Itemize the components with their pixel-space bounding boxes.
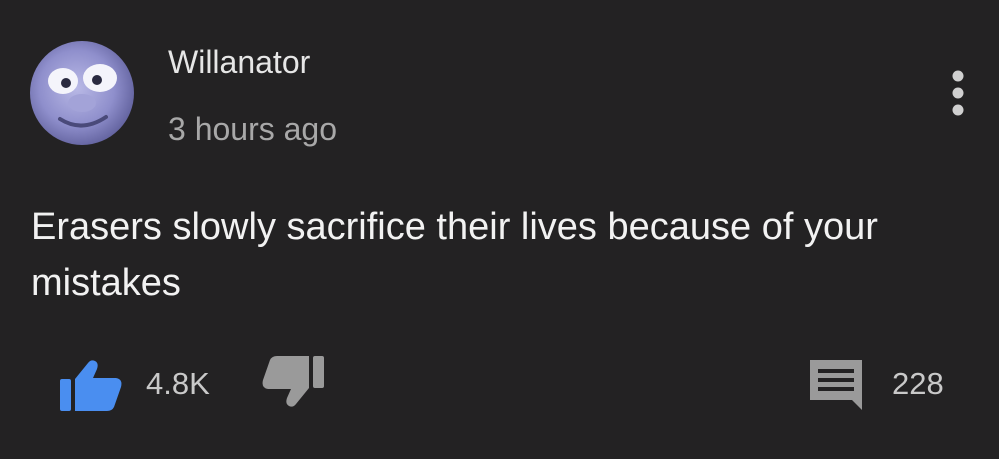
thumbs-down-icon: [262, 356, 324, 407]
avatar[interactable]: [30, 41, 134, 145]
comment-text: Erasers slowly sacrifice their lives bec…: [31, 206, 878, 304]
avatar-face-icon: [30, 41, 134, 145]
like-count: 4.8K: [146, 366, 210, 401]
comment-icon: [810, 360, 862, 410]
more-vertical-icon: [952, 70, 964, 116]
dislike-button[interactable]: [258, 352, 326, 412]
thumbs-up-icon: [60, 360, 122, 411]
reply-count: 228: [892, 366, 944, 401]
like-button[interactable]: [58, 357, 126, 413]
comment-timestamp[interactable]: 3 hours ago: [168, 109, 337, 149]
reply-button[interactable]: [806, 356, 866, 412]
comment-card: Willanator 3 hours ago Erasers slowly sa…: [0, 0, 999, 459]
comment-author[interactable]: Willanator: [168, 42, 310, 82]
more-options-button[interactable]: [940, 66, 976, 122]
